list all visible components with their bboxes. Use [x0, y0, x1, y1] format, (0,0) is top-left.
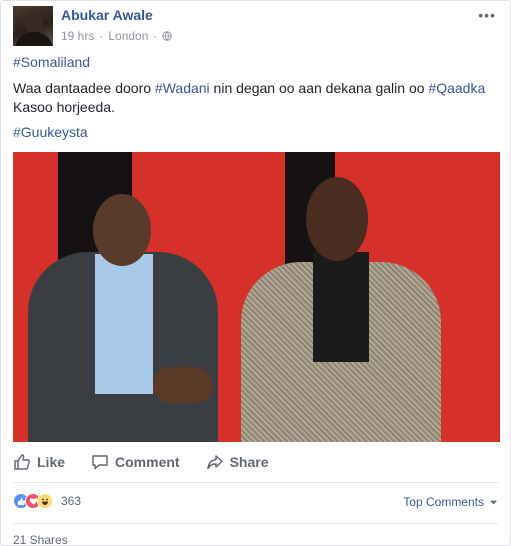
- reaction-count[interactable]: 363: [61, 494, 81, 508]
- more-options-icon[interactable]: •••: [478, 7, 496, 23]
- comment-icon: [92, 455, 108, 470]
- comment-button[interactable]: Comment: [91, 453, 180, 471]
- photo-person-left-shirt: [95, 254, 153, 394]
- action-bar: Like Comment Share: [13, 453, 295, 471]
- like-button[interactable]: Like: [13, 453, 65, 471]
- share-arrow-icon: [206, 455, 223, 470]
- hashtag-somaliland[interactable]: #Somaliland: [13, 54, 90, 70]
- thumbs-up-icon: [14, 454, 30, 470]
- top-comments-label: Top Comments: [403, 495, 484, 509]
- post-card: Abukar Awale 19 hrs · London · ••• #Soma…: [0, 0, 511, 546]
- globe-icon[interactable]: [162, 31, 173, 41]
- author-name[interactable]: Abukar Awale: [61, 7, 153, 23]
- hashtag-guukeysta[interactable]: #Guukeysta: [13, 124, 88, 140]
- meta-separator: ·: [99, 29, 104, 43]
- post-location[interactable]: London: [108, 29, 148, 43]
- post-time[interactable]: 19 hrs: [61, 29, 94, 43]
- avatar-shoulders: [15, 32, 53, 46]
- share-label: Share: [229, 454, 269, 470]
- share-button[interactable]: Share: [206, 453, 269, 471]
- like-label: Like: [37, 454, 66, 470]
- photo-handshake: [153, 367, 213, 403]
- hashtag-wadani[interactable]: #Wadani: [155, 80, 210, 96]
- meta-separator: ·: [153, 29, 158, 43]
- reaction-summary[interactable]: 363: [13, 493, 81, 509]
- post-text: Kasoo horjeeda.: [13, 99, 115, 115]
- reaction-icons: [13, 493, 53, 509]
- author-avatar[interactable]: [13, 6, 53, 46]
- photo-person-right-head: [306, 177, 368, 261]
- post-photo[interactable]: [13, 152, 500, 442]
- share-count[interactable]: 21 Shares: [13, 533, 68, 545]
- haha-reaction-icon: [37, 493, 53, 509]
- chevron-down-icon: [489, 500, 498, 504]
- comment-label: Comment: [115, 454, 180, 470]
- post-hashtag-line: #Guukeysta: [13, 123, 498, 142]
- post-hashtag-line: #Somaliland: [13, 53, 498, 72]
- post-meta: 19 hrs · London ·: [61, 29, 173, 43]
- hashtag-qaadka[interactable]: #Qaadka: [428, 80, 485, 96]
- post-text: nin degan oo aan dekana galin oo: [209, 80, 429, 96]
- post-text: Waa dantaadee dooro: [13, 80, 155, 96]
- divider: [13, 482, 498, 483]
- post-body: Waa dantaadee dooro #Wadani nin degan oo…: [13, 79, 498, 117]
- top-comments-dropdown[interactable]: Top Comments: [403, 495, 498, 509]
- avatar-face: [25, 12, 43, 34]
- photo-person-right-shirt: [313, 252, 369, 362]
- photo-person-left-head: [93, 194, 151, 266]
- divider: [13, 523, 498, 524]
